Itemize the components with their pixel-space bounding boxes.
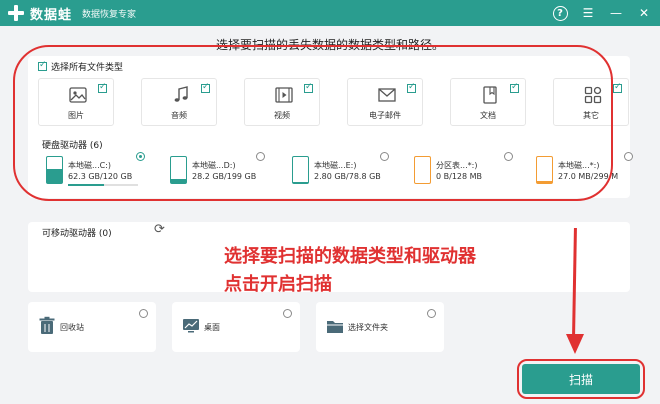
drive-size: 62.3 GB/120 GB bbox=[68, 172, 133, 181]
location-label: 回收站 bbox=[60, 323, 84, 332]
drive-icon bbox=[46, 156, 63, 184]
type-label: 文档 bbox=[480, 111, 496, 120]
drive-name: 本地磁...C:) bbox=[68, 161, 112, 170]
location-card-desktop[interactable]: 桌面 bbox=[172, 302, 300, 352]
drive-size: 2.80 GB/78.8 GB bbox=[314, 172, 381, 181]
drive-icon bbox=[292, 156, 309, 184]
type-card-document[interactable]: 文档 bbox=[450, 78, 526, 126]
close-button[interactable]: ✕ bbox=[634, 3, 654, 23]
drive-radio[interactable] bbox=[504, 152, 513, 161]
type-label: 视频 bbox=[274, 111, 290, 120]
drive-name: 本地磁...E:) bbox=[314, 161, 357, 170]
app-subtitle: 数据恢复专家 bbox=[82, 9, 137, 20]
drive-name: 本地磁...D:) bbox=[192, 161, 236, 170]
location-label: 桌面 bbox=[204, 323, 220, 332]
type-checkbox[interactable] bbox=[98, 82, 107, 93]
location-label: 选择文件夹 bbox=[348, 323, 388, 332]
location-radio[interactable] bbox=[283, 309, 292, 318]
annotation-line-1: 选择要扫描的数据类型和驱动器 bbox=[224, 246, 476, 267]
others-icon bbox=[584, 86, 602, 104]
drive-usage-bar bbox=[68, 184, 138, 186]
location-radio[interactable] bbox=[139, 309, 148, 318]
type-checkbox[interactable] bbox=[407, 82, 416, 93]
type-label: 其它 bbox=[583, 111, 599, 120]
type-label: 音频 bbox=[171, 111, 187, 120]
folder-icon bbox=[327, 321, 343, 333]
type-checkbox[interactable] bbox=[510, 82, 519, 93]
drive-radio[interactable] bbox=[380, 152, 389, 161]
selection-panel: 选择所有文件类型 图片 音频 视频 电子邮件 文档 bbox=[28, 56, 633, 198]
document-icon bbox=[483, 86, 497, 104]
drive-item[interactable]: 本地磁...E:) 2.80 GB/78.8 GB bbox=[288, 152, 408, 196]
annotation-text: 选择要扫描的数据类型和驱动器 点击开启扫描 bbox=[224, 243, 476, 299]
drive-item[interactable]: 本地磁...C:) 62.3 GB/120 GB bbox=[42, 152, 162, 196]
help-button[interactable]: ? bbox=[550, 3, 570, 23]
type-card-email[interactable]: 电子邮件 bbox=[347, 78, 423, 126]
close-icon: ✕ bbox=[638, 6, 650, 20]
type-label: 电子邮件 bbox=[369, 111, 401, 120]
drive-icon bbox=[170, 156, 187, 184]
scan-button[interactable]: 扫描 bbox=[522, 364, 640, 394]
type-checkbox[interactable] bbox=[304, 82, 313, 93]
drive-radio[interactable] bbox=[136, 152, 145, 161]
type-label: 图片 bbox=[68, 111, 84, 120]
desktop-icon bbox=[183, 319, 199, 333]
help-icon: ? bbox=[552, 5, 568, 21]
drive-size: 27.0 MB/299 M bbox=[558, 172, 619, 181]
refresh-icon[interactable]: ⟳ bbox=[154, 222, 165, 237]
annotation-arrow-icon bbox=[566, 334, 584, 354]
select-all-label: 选择所有文件类型 bbox=[51, 63, 124, 73]
drive-size: 0 B/128 MB bbox=[436, 172, 483, 181]
drive-radio[interactable] bbox=[256, 152, 265, 161]
image-icon bbox=[69, 87, 87, 103]
location-radio[interactable] bbox=[427, 309, 436, 318]
menu-button[interactable]: ☰ bbox=[578, 3, 598, 23]
drive-item[interactable]: 分区表...*:) 0 B/128 MB bbox=[410, 152, 530, 196]
app-logo: 数据蛙 bbox=[6, 3, 72, 23]
video-icon bbox=[275, 87, 293, 103]
title-bar: 数据蛙 数据恢复专家 ? ☰ — ✕ bbox=[0, 0, 660, 26]
type-card-image[interactable]: 图片 bbox=[38, 78, 114, 126]
menu-icon: ☰ bbox=[582, 6, 594, 20]
location-card-select-folder[interactable]: 选择文件夹 bbox=[316, 302, 444, 352]
trash-icon bbox=[39, 316, 55, 334]
mail-icon bbox=[378, 88, 396, 102]
annotation-line-2: 点击开启扫描 bbox=[224, 274, 332, 295]
type-card-audio[interactable]: 音频 bbox=[141, 78, 217, 126]
music-icon bbox=[174, 86, 188, 102]
type-card-others[interactable]: 其它 bbox=[553, 78, 629, 126]
select-all-types[interactable]: 选择所有文件类型 bbox=[38, 60, 123, 73]
minimize-button[interactable]: — bbox=[606, 3, 626, 23]
hdd-section-title: 硬盘驱动器 (6) bbox=[42, 141, 103, 151]
drive-item[interactable]: 本地磁...*:) 27.0 MB/299 M bbox=[532, 152, 652, 196]
hdd-drive-list: 本地磁...C:) 62.3 GB/120 GB 本地磁...D:) 28.2 … bbox=[38, 152, 633, 198]
drive-icon bbox=[414, 156, 431, 184]
drive-icon bbox=[536, 156, 553, 184]
window-controls: ? ☰ — ✕ bbox=[550, 3, 654, 23]
type-card-video[interactable]: 视频 bbox=[244, 78, 320, 126]
app-name: 数据蛙 bbox=[30, 7, 73, 23]
removable-section-title: 可移动驱动器 (0) bbox=[42, 229, 112, 239]
page-heading: 选择要扫描的丢失数据的数据类型和路径。 bbox=[215, 38, 444, 52]
type-checkbox[interactable] bbox=[201, 82, 210, 93]
drive-size: 28.2 GB/199 GB bbox=[192, 172, 257, 181]
plus-logo-icon bbox=[6, 3, 26, 23]
type-checkbox[interactable] bbox=[613, 82, 622, 93]
location-card-recycle-bin[interactable]: 回收站 bbox=[28, 302, 156, 352]
minimize-icon: — bbox=[610, 6, 622, 20]
drive-name: 本地磁...*:) bbox=[558, 161, 600, 170]
select-all-checkbox[interactable] bbox=[38, 60, 47, 71]
drive-name: 分区表...*:) bbox=[436, 161, 478, 170]
drive-radio[interactable] bbox=[624, 152, 633, 161]
file-type-list: 图片 音频 视频 电子邮件 文档 其它 bbox=[38, 78, 630, 126]
drive-item[interactable]: 本地磁...D:) 28.2 GB/199 GB bbox=[166, 152, 286, 196]
